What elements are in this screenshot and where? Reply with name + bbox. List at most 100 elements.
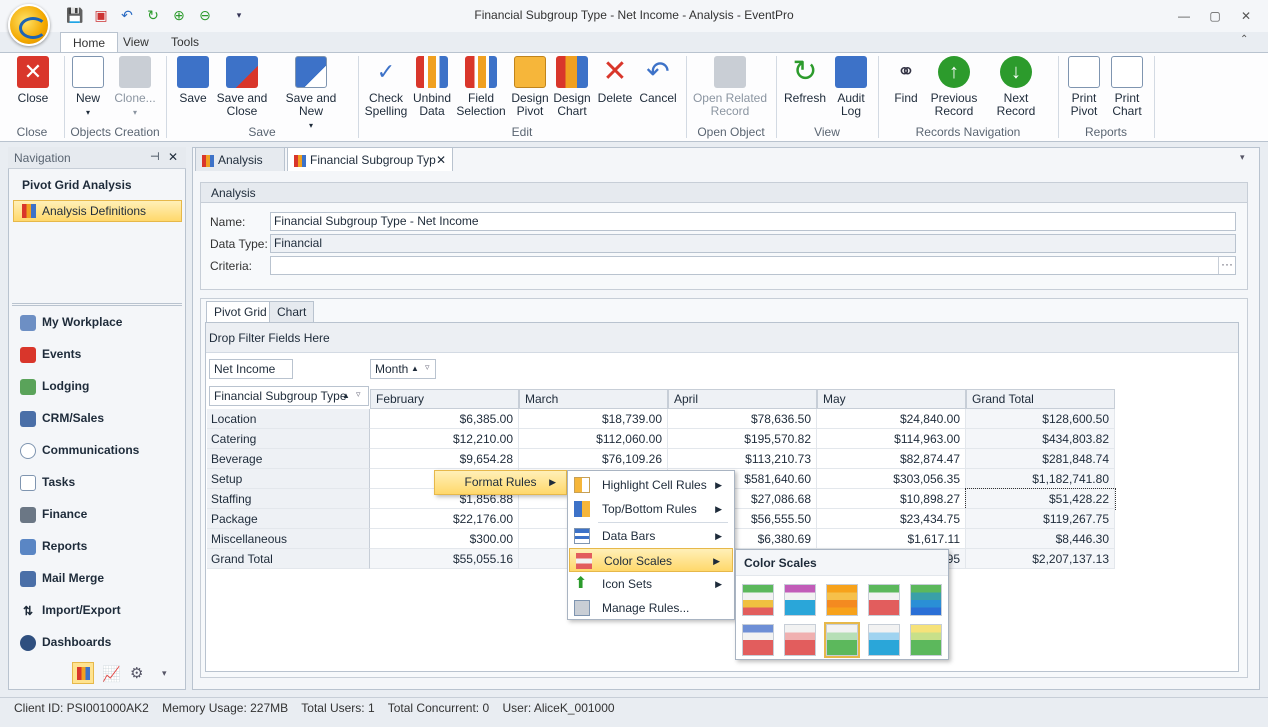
pivot-cell[interactable]: $24,840.00 xyxy=(817,409,966,429)
color-scale-swatch[interactable] xyxy=(784,584,816,616)
unbind-data-button[interactable]: Unbind Data xyxy=(412,56,452,118)
print-chart-button[interactable]: Print Chart xyxy=(1107,56,1147,118)
pivot-cell[interactable]: $281,848.74 xyxy=(966,449,1115,469)
nav-analysis-shortcut[interactable] xyxy=(72,662,94,684)
pivot-cell[interactable]: $113,210.73 xyxy=(668,449,817,469)
color-scale-swatch[interactable] xyxy=(826,584,858,616)
new-button[interactable]: New ▾ xyxy=(70,56,106,119)
row-header[interactable]: Location xyxy=(207,409,370,429)
print-pivot-button[interactable]: Print Pivot xyxy=(1064,56,1104,118)
filter-icon[interactable]: ▿ xyxy=(356,385,361,403)
tab-chart[interactable]: Chart xyxy=(269,301,315,322)
column-header-february[interactable]: February xyxy=(370,389,519,409)
pivot-cell[interactable]: $119,267.75 xyxy=(966,509,1115,529)
tab-pivot-grid[interactable]: Pivot Grid xyxy=(206,301,275,322)
nav-splitter[interactable] xyxy=(12,303,182,306)
color-scale-swatch[interactable] xyxy=(784,624,816,656)
pivot-cell[interactable]: $76,109.26 xyxy=(519,449,668,469)
nav-mail-merge[interactable]: Mail Merge xyxy=(20,571,104,591)
pivot-cell[interactable]: $2,207,137.13 xyxy=(966,549,1115,569)
color-scale-swatch[interactable] xyxy=(910,624,942,656)
nav-my-workplace[interactable]: My Workplace xyxy=(20,315,122,335)
data-field-net-income[interactable]: Net Income xyxy=(209,359,293,379)
pivot-cell[interactable]: $51,428.22 xyxy=(965,488,1116,510)
nav-finance[interactable]: Finance xyxy=(20,507,87,527)
pivot-cell[interactable]: $78,636.50 xyxy=(668,409,817,429)
menu-manage-rules[interactable]: Manage Rules... xyxy=(568,596,734,620)
pivot-cell[interactable]: $195,570.82 xyxy=(668,429,817,449)
menu-icon-sets[interactable]: ⬆ Icon Sets ▶ xyxy=(568,572,734,596)
pivot-cell[interactable]: $6,385.00 xyxy=(370,409,519,429)
color-scale-swatch[interactable] xyxy=(868,584,900,616)
pivot-cell[interactable]: $10,898.27 xyxy=(817,489,966,509)
menu-color-scales[interactable]: Color Scales ▶ xyxy=(569,548,733,572)
menu-top-bottom-rules[interactable]: Top/Bottom Rules ▶ xyxy=(568,497,734,521)
pivot-cell[interactable]: $12,210.00 xyxy=(370,429,519,449)
nav-item-analysis-definitions[interactable]: Analysis Definitions xyxy=(13,200,182,222)
audit-log-button[interactable]: Audit Log xyxy=(832,56,870,118)
row-header[interactable]: Staffing xyxy=(207,489,370,509)
filter-icon[interactable]: ▿ xyxy=(425,358,430,376)
previous-record-button[interactable]: ↑ Previous Record xyxy=(928,56,980,118)
menu-highlight-cell-rules[interactable]: Highlight Cell Rules ▶ xyxy=(568,473,734,497)
nav-more-icon[interactable]: ▾ xyxy=(162,668,167,679)
nav-dashboards[interactable]: Dashboards xyxy=(20,635,111,655)
nav-lodging[interactable]: Lodging xyxy=(20,379,89,399)
field-selection-button[interactable]: Field Selection xyxy=(456,56,506,118)
menu-format-rules[interactable]: Format Rules ▶ xyxy=(434,470,567,495)
doc-tab-analysis[interactable]: Analysis xyxy=(195,147,285,171)
pivot-cell[interactable]: $8,446.30 xyxy=(966,529,1115,549)
column-header-april[interactable]: April xyxy=(668,389,817,409)
row-header[interactable]: Catering xyxy=(207,429,370,449)
close-panel-icon[interactable]: ✕ xyxy=(168,150,178,164)
settings-gear-icon[interactable]: ⚙ xyxy=(130,664,143,682)
cancel-button[interactable]: ↶ Cancel xyxy=(638,56,678,105)
column-header-grand-total[interactable]: Grand Total xyxy=(966,389,1115,409)
filter-drop-area[interactable]: Drop Filter Fields Here xyxy=(206,323,1238,353)
tab-list-icon[interactable]: ▾ xyxy=(1240,152,1245,163)
criteria-field[interactable] xyxy=(270,256,1236,275)
pivot-cell[interactable]: $9,654.28 xyxy=(370,449,519,469)
pivot-cell[interactable]: $23,434.75 xyxy=(817,509,966,529)
column-field-month[interactable]: Month ▲ ▿ xyxy=(370,359,436,379)
menu-data-bars[interactable]: Data Bars ▶ xyxy=(568,524,734,548)
close-window-icon[interactable]: ✕ xyxy=(1236,8,1256,24)
ribbon-tab-tools[interactable]: Tools xyxy=(159,32,211,53)
save-and-close-button[interactable]: Save and Close xyxy=(216,56,268,118)
row-header[interactable]: Setup xyxy=(207,469,370,489)
clone-button[interactable]: Clone... ▾ xyxy=(112,56,158,119)
close-tab-icon[interactable]: ✕ xyxy=(436,148,446,172)
find-button[interactable]: ⚭ Find xyxy=(886,56,926,105)
design-chart-button[interactable]: Design Chart xyxy=(552,56,592,118)
pivot-cell[interactable]: $434,803.82 xyxy=(966,429,1115,449)
pivot-cell[interactable]: $18,739.00 xyxy=(519,409,668,429)
nav-import-export[interactable]: ⇅ Import/Export xyxy=(20,603,121,623)
pivot-cell[interactable]: $1,617.11 xyxy=(817,529,966,549)
row-header[interactable]: Grand Total xyxy=(207,549,370,569)
delete-button[interactable]: ✕ Delete xyxy=(596,56,634,105)
row-header[interactable]: Beverage xyxy=(207,449,370,469)
color-scale-swatch[interactable] xyxy=(910,584,942,616)
save-button[interactable]: Save xyxy=(174,56,212,105)
row-header[interactable]: Miscellaneous xyxy=(207,529,370,549)
next-record-button[interactable]: ↓ Next Record xyxy=(984,56,1048,118)
ribbon-tab-home[interactable]: Home xyxy=(60,32,119,53)
pivot-cell[interactable]: $300.00 xyxy=(370,529,519,549)
pivot-cell[interactable]: $114,963.00 xyxy=(817,429,966,449)
collapse-ribbon-icon[interactable]: ⌃ xyxy=(1240,34,1248,45)
pivot-cell[interactable]: $112,060.00 xyxy=(519,429,668,449)
doc-tab-financial-subgroup[interactable]: Financial Subgroup Typ ✕ xyxy=(287,147,453,171)
color-scale-swatch[interactable] xyxy=(824,622,860,658)
open-related-record-button[interactable]: Open Related Record xyxy=(692,56,768,118)
name-field[interactable]: Financial Subgroup Type - Net Income xyxy=(270,212,1236,231)
save-and-new-button[interactable]: Save and New ▾ xyxy=(274,56,348,132)
pivot-cell[interactable]: $303,056.35 xyxy=(817,469,966,489)
pivot-cell[interactable]: $1,182,741.80 xyxy=(966,469,1115,489)
nav-tasks[interactable]: Tasks xyxy=(20,475,75,495)
chart-line-icon[interactable]: 📈 xyxy=(102,665,121,683)
color-scale-swatch[interactable] xyxy=(868,624,900,656)
check-spelling-button[interactable]: ✓ Check Spelling xyxy=(364,56,408,118)
refresh-button[interactable]: ↻ Refresh xyxy=(782,56,828,105)
pivot-cell[interactable]: $128,600.50 xyxy=(966,409,1115,429)
ribbon-tab-view[interactable]: View xyxy=(111,32,161,53)
